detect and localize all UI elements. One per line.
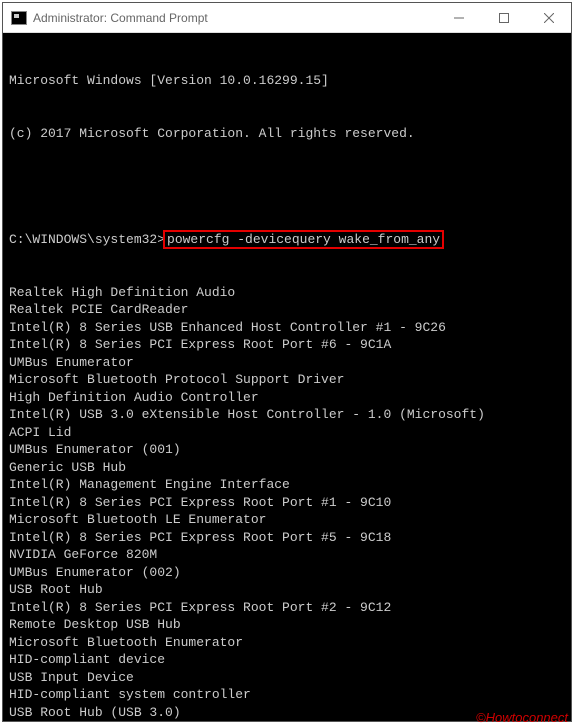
output-line: NVIDIA GeForce 820M bbox=[9, 546, 565, 564]
terminal-area[interactable]: Microsoft Windows [Version 10.0.16299.15… bbox=[3, 33, 571, 721]
output-line: UMBus Enumerator (001) bbox=[9, 441, 565, 459]
output-line: Intel(R) 8 Series USB Enhanced Host Cont… bbox=[9, 319, 565, 337]
window-controls bbox=[436, 3, 571, 32]
minimize-button[interactable] bbox=[436, 3, 481, 32]
command-highlight: powercfg -devicequery wake_from_any bbox=[163, 230, 444, 249]
output-line: Realtek High Definition Audio bbox=[9, 284, 565, 302]
window-title: Administrator: Command Prompt bbox=[33, 11, 436, 25]
output-line: UMBus Enumerator bbox=[9, 354, 565, 372]
output-line: USB Root Hub bbox=[9, 581, 565, 599]
output-line: High Definition Audio Controller bbox=[9, 389, 565, 407]
output-line: Intel(R) 8 Series PCI Express Root Port … bbox=[9, 529, 565, 547]
output-line: Realtek PCIE CardReader bbox=[9, 301, 565, 319]
output-line: Intel(R) USB 3.0 eXtensible Host Control… bbox=[9, 406, 565, 424]
output-line: Remote Desktop USB Hub bbox=[9, 616, 565, 634]
output-line: Intel(R) 8 Series PCI Express Root Port … bbox=[9, 336, 565, 354]
output-line: Microsoft Bluetooth Enumerator bbox=[9, 634, 565, 652]
output-line: Intel(R) 8 Series PCI Express Root Port … bbox=[9, 494, 565, 512]
blank-line bbox=[9, 177, 565, 195]
output-line: Intel(R) 8 Series PCI Express Root Port … bbox=[9, 599, 565, 617]
output-line: HID-compliant device bbox=[9, 651, 565, 669]
prompt-path: C:\WINDOWS\system32> bbox=[9, 232, 165, 247]
command-prompt-window: Administrator: Command Prompt Microsoft … bbox=[2, 2, 572, 722]
output-line: Microsoft Bluetooth Protocol Support Dri… bbox=[9, 371, 565, 389]
output-line: HID-compliant system controller bbox=[9, 686, 565, 704]
cmd-icon bbox=[11, 11, 27, 25]
window-titlebar[interactable]: Administrator: Command Prompt bbox=[3, 3, 571, 33]
output-line: ACPI Lid bbox=[9, 424, 565, 442]
copyright-line: (c) 2017 Microsoft Corporation. All righ… bbox=[9, 125, 565, 143]
output-line: Microsoft Bluetooth LE Enumerator bbox=[9, 511, 565, 529]
maximize-button[interactable] bbox=[481, 3, 526, 32]
header-line: Microsoft Windows [Version 10.0.16299.15… bbox=[9, 72, 565, 90]
output-line: Intel(R) Management Engine Interface bbox=[9, 476, 565, 494]
close-button[interactable] bbox=[526, 3, 571, 32]
output-line: UMBus Enumerator (002) bbox=[9, 564, 565, 582]
prompt-line: C:\WINDOWS\system32>powercfg -devicequer… bbox=[9, 230, 565, 249]
output-line: USB Input Device bbox=[9, 669, 565, 687]
watermark: ©Howtoconnect bbox=[476, 710, 568, 725]
output-line: Generic USB Hub bbox=[9, 459, 565, 477]
